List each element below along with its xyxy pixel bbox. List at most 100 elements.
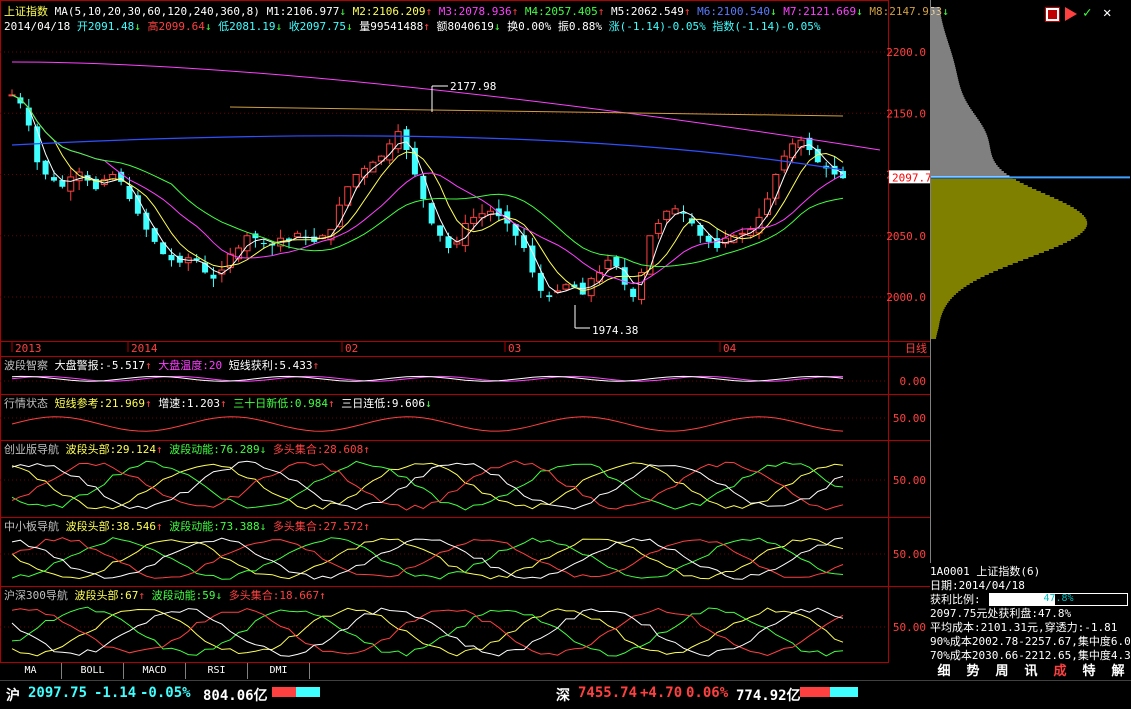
panel-name[interactable]: 行情状态 xyxy=(4,397,55,410)
side-tab-1[interactable]: 势 xyxy=(961,663,985,680)
panel-value: 短线参考:21.969 xyxy=(54,397,145,410)
sh-breadth-bar xyxy=(272,687,320,697)
candle-down xyxy=(25,107,32,126)
panel-arrow: ↑ xyxy=(363,520,370,533)
panel-value: 波段头部:38.546 xyxy=(65,520,156,533)
candle-down xyxy=(521,235,528,248)
ma-value-m3: M3:2078.936 xyxy=(432,5,512,18)
panel-value: 波段头部:29.124 xyxy=(65,443,156,456)
cost70-line: 70%成本2030.66-2212.65,集中度4.3 xyxy=(930,649,1130,662)
candle-up xyxy=(470,216,478,225)
panel-name[interactable]: 波段智察 xyxy=(4,359,55,372)
candle-down xyxy=(537,273,544,291)
side-tab-0[interactable]: 细 xyxy=(932,663,956,680)
candle-down xyxy=(546,295,553,297)
panel-header-p3: 创业版导航 波段头部:29.124↑ 波段动能:76.289↓ 多头集合:28.… xyxy=(4,441,370,457)
price-tick-label: 2200.0 xyxy=(886,46,926,59)
ma-value-m5: M5:2062.549 xyxy=(604,5,684,18)
current-price-label: 2097.7 xyxy=(892,171,930,184)
indicator-line xyxy=(11,460,844,511)
side-tab-4[interactable]: 成 xyxy=(1048,663,1072,680)
panel-arrow: ↓ xyxy=(259,520,273,533)
candle-down xyxy=(428,203,435,224)
panel-arrow: ↑ xyxy=(319,589,326,602)
panel-value: 多头集合:28.608 xyxy=(272,443,364,456)
profit-ratio-bar: 47.8% xyxy=(989,593,1128,606)
side-tab-6[interactable]: 解 xyxy=(1106,663,1130,680)
sz-price: 7455.74 xyxy=(578,685,638,701)
indicator-line xyxy=(11,460,844,511)
ma-values: M1:2106.977↓ M2:2106.209↑ M3:2078.936↑ M… xyxy=(267,5,949,18)
tab-ma[interactable]: MA xyxy=(0,663,62,679)
panel-name[interactable]: 沪深300导航 xyxy=(4,589,75,602)
panel-value: 多头集合:27.572 xyxy=(272,520,364,533)
candle-down xyxy=(403,129,410,150)
panel-header-p1: 波段智察 大盘警报:-5.517↑ 大盘温度:20 短线获利:5.433↑ xyxy=(4,357,319,373)
day-quote-item: 指数(-1.14)-0.05% xyxy=(712,20,821,33)
sh-amount: 804.06亿 xyxy=(203,688,268,704)
profit-line: 2097.75元处获利盘:47.8% xyxy=(930,607,1072,620)
ma-value-m2: M2:2106.209 xyxy=(346,5,426,18)
panel-arrow: ↑ xyxy=(155,520,170,533)
price-tick-label: 2150.0 xyxy=(886,107,926,120)
indicator-line xyxy=(11,462,844,510)
day-quote-item: 开2091.48 xyxy=(76,20,135,33)
panel-value: 增速:1.203 xyxy=(158,397,220,410)
panel-arrow: ↑ xyxy=(363,443,370,456)
panel-arrow: ↑ xyxy=(155,443,170,456)
panel-ylabel: 50.00 xyxy=(893,548,926,561)
side-tab-2[interactable]: 周 xyxy=(990,663,1014,680)
side-tab-5[interactable]: 特 xyxy=(1077,663,1101,680)
candle-down xyxy=(210,274,217,279)
day-quote-line: 2014/04/18 开2091.48↓ 高2099.64↓ 低2081.19↓… xyxy=(4,18,820,34)
day-quote-item: ↓ xyxy=(493,20,508,33)
main-chart-area[interactable]: 2200.02150.02100.02050.02000.02013201402… xyxy=(0,0,949,663)
date-tick-label: 2013 xyxy=(15,342,42,355)
panel-value: 大盘警报:-5.517 xyxy=(54,359,145,372)
panel-name[interactable]: 中小板导航 xyxy=(4,520,66,533)
date-tick-label: 04 xyxy=(723,342,737,355)
candle-up xyxy=(755,216,763,234)
candle-up xyxy=(738,232,746,235)
panel-arrow: ↓ xyxy=(424,397,432,410)
date-tick-label: 02 xyxy=(345,342,358,355)
date-tick-label: 03 xyxy=(508,342,521,355)
tab-macd[interactable]: MACD xyxy=(124,663,186,679)
panel-ylabel: 50.00 xyxy=(893,412,926,425)
candle-down xyxy=(143,212,150,230)
day-quote-item: 振0.88% xyxy=(557,20,609,33)
panel-name[interactable]: 创业版导航 xyxy=(4,443,66,456)
indicator-tab-bar: MA BOLL MACD RSI DMI xyxy=(0,663,340,679)
candle-up xyxy=(772,174,780,199)
side-tab-3[interactable]: 讯 xyxy=(1019,663,1043,680)
tab-dmi[interactable]: DMI xyxy=(248,663,310,679)
panel-value: 波段动能:73.388 xyxy=(169,520,260,533)
candle-up xyxy=(293,232,301,238)
day-quote-item: 低2081.19 xyxy=(218,20,276,33)
candle-down xyxy=(42,160,49,175)
panel-value: 多头集合:18.667 xyxy=(228,589,320,602)
day-quote-item: 量99541488 xyxy=(359,20,424,33)
price-tick-label: 2000.0 xyxy=(886,291,926,304)
day-quote-item: 换0.00% xyxy=(507,20,558,33)
day-quote-item: ↓ xyxy=(275,20,289,33)
code-line: 1A0001 上证指数(6) xyxy=(930,565,1041,578)
candle-up xyxy=(763,198,771,216)
candle-down xyxy=(437,225,444,236)
profit-ratio-value: 47.8% xyxy=(1043,593,1074,604)
day-quote-item: 高2099.64 xyxy=(147,20,205,33)
tab-boll[interactable]: BOLL xyxy=(62,663,124,679)
day-quote-item: 收2097.75 xyxy=(288,20,347,33)
tab-rsi[interactable]: RSI xyxy=(186,663,248,679)
panel-header-p5: 沪深300导航 波段头部:67↑ 波段动能:59↓ 多头集合:18.667↑ xyxy=(4,587,326,603)
indicator-line xyxy=(11,416,844,432)
panel-ylabel: 50.00 xyxy=(893,474,926,487)
profit-ratio-label: 获利比例: xyxy=(930,593,981,606)
avg-cost-line: 平均成本:2101.31元,穿透力:-1.81 xyxy=(930,621,1118,634)
candle-down xyxy=(529,245,536,273)
kline-chart-canvas[interactable]: 2200.02150.02100.02050.02000.02013201402… xyxy=(0,0,930,663)
price-tick-label: 2050.0 xyxy=(886,230,926,243)
low-label: 1974.38 xyxy=(592,324,638,337)
ma-line xyxy=(11,94,844,294)
panel-header-p2: 行情状态 短线参考:21.969↑ 增速:1.203↑ 三十日新低:0.984↑… xyxy=(4,395,432,411)
